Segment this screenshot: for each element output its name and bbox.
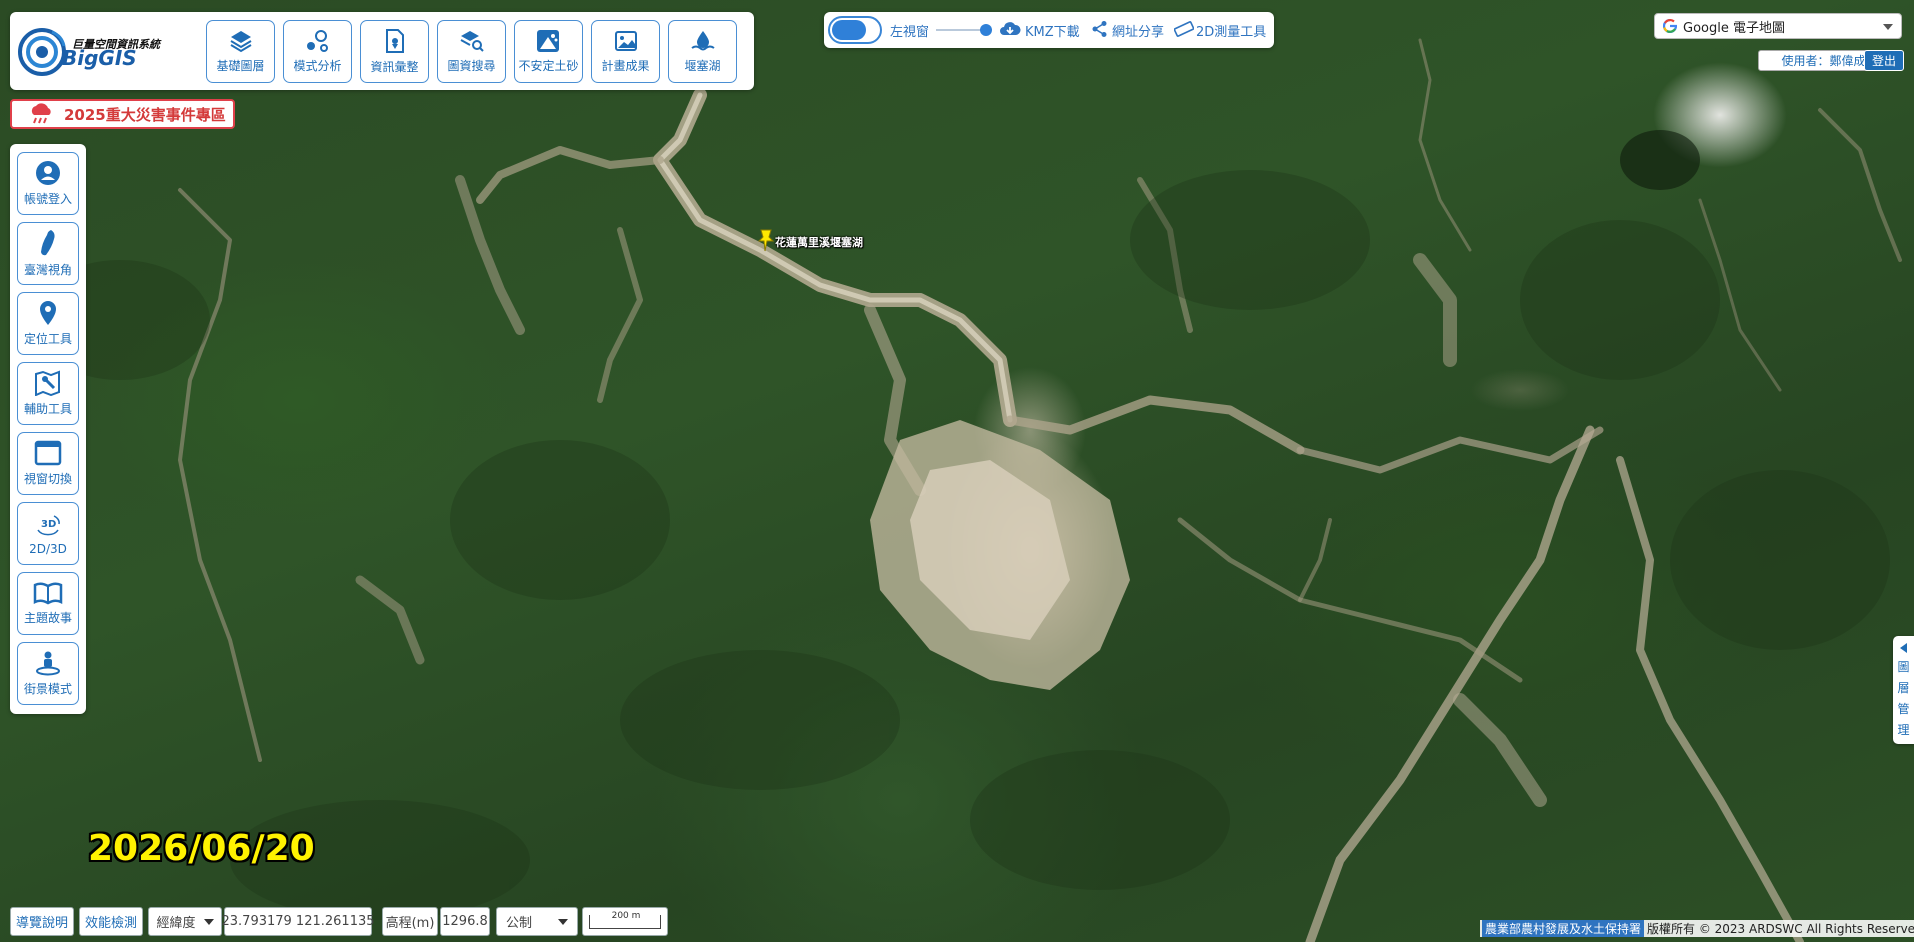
basemap-select[interactable]: Google 電子地圖: [1654, 13, 1902, 39]
copyright-text: 版權所有 © 2023 ARDSWC All Rights Reserved.: [1647, 922, 1914, 936]
biggis-logo[interactable]: 巨量空間資訊系統 BigGIS: [18, 18, 208, 82]
view-toolbar: 左視窗 KMZ下載 網址分享 2D測量工具: [824, 12, 1274, 48]
share-icon: [1092, 21, 1107, 37]
sidebar-item-label: 輔助工具: [23, 402, 72, 416]
layer-manager-char: 層: [1897, 681, 1910, 695]
left-sidebar: 帳號登入 臺灣視角 定位工具 輔助工具 視窗切換 3D 2D/3D 主題故事 街…: [10, 144, 86, 714]
opacity-slider-handle[interactable]: [980, 24, 992, 36]
layer-manager-char: 管: [1897, 702, 1910, 716]
agency-link[interactable]: 農業部農村發展及水土保持署: [1482, 920, 1645, 937]
copyright-credits: 農業部農村發展及水土保持署 版權所有 © 2023 ARDSWC All Rig…: [1480, 920, 1914, 937]
project-results-button[interactable]: 計畫成果: [591, 20, 660, 83]
chevron-down-icon: [1883, 24, 1893, 30]
chevron-down-icon: [558, 918, 568, 925]
coordinate-readout: 23.793179 121.261135: [222, 907, 375, 936]
imagery-date: 2026/06/20: [88, 828, 315, 869]
sidebar-item-taiwan-view[interactable]: 臺灣視角: [17, 222, 79, 285]
arrow-left-icon: [1900, 643, 1907, 653]
sidebar-item-label: 臺灣視角: [23, 263, 72, 277]
basic-layers-button[interactable]: 基礎圖層: [206, 20, 275, 83]
street-view-icon: [36, 651, 60, 676]
rain-cloud-icon: [31, 103, 51, 124]
map-search-button[interactable]: 圖資搜尋: [437, 20, 506, 83]
measure-tool-label: 2D測量工具: [1196, 25, 1267, 40]
sidebar-item-label: 主題故事: [23, 611, 72, 625]
sidebar-item-label: 視窗切換: [23, 472, 72, 486]
landslide-icon: [536, 30, 559, 52]
unstable-sediment-button[interactable]: 不安定土砂: [514, 20, 583, 83]
satellite-map[interactable]: 花蓮萬里溪堰塞湖 2026/06/20: [0, 0, 1914, 942]
coordinate-mode-value: 經緯度: [156, 916, 196, 931]
map-search-label: 圖資搜尋: [447, 59, 496, 73]
document-location-icon: [385, 29, 404, 53]
pushpin-icon[interactable]: [757, 228, 777, 256]
left-window-toggle[interactable]: [828, 16, 882, 44]
terrain-features: [30, 38, 1902, 942]
layer-manager-tab[interactable]: 圖 層 管 理: [1893, 636, 1914, 744]
marker-label[interactable]: 花蓮萬里溪堰塞湖: [775, 234, 863, 250]
window-icon: [34, 440, 62, 466]
url-share-label: 網址分享: [1112, 25, 1165, 40]
unstable-sediment-label: 不安定土砂: [518, 59, 579, 73]
sidebar-item-aux-tools[interactable]: 輔助工具: [17, 362, 79, 425]
model-analysis-label: 模式分析: [293, 59, 342, 73]
sidebar-item-label: 2D/3D: [29, 541, 67, 556]
basemap-selected: Google 電子地圖: [1683, 20, 1785, 36]
sidebar-item-window-switch[interactable]: 視窗切換: [17, 432, 79, 495]
location-pin-icon: [40, 301, 56, 325]
model-analysis-button[interactable]: 模式分析: [283, 20, 352, 83]
user-icon: [36, 161, 60, 185]
layers-icon: [229, 31, 252, 53]
sidebar-item-label: 定位工具: [23, 332, 72, 346]
taiwan-icon: [41, 230, 55, 256]
image-icon: [614, 31, 637, 51]
disaster-event-banner[interactable]: 2025重大災害事件專區: [10, 99, 235, 129]
scale-bar: 200 m: [582, 907, 668, 936]
unit-value: 公制: [505, 916, 532, 931]
left-window-label: 左視窗: [890, 25, 930, 40]
performance-test-button[interactable]: 效能檢測: [79, 907, 143, 936]
toggle-fill: [832, 20, 866, 40]
elevation-label: 高程(m): [382, 907, 438, 936]
info-summary-label: 資訊彙整: [370, 60, 419, 74]
toolbar-buttons: 基礎圖層 模式分析 資訊彙整 圖資搜尋 不安定土砂 計畫成果 堰塞湖: [206, 20, 737, 83]
cloud-download-icon: [1000, 22, 1021, 35]
barrier-lake-label: 堰塞湖: [684, 59, 721, 73]
guide-button[interactable]: 導覽說明: [10, 907, 74, 936]
sidebar-item-locate-tool[interactable]: 定位工具: [17, 292, 79, 355]
sidebar-item-login[interactable]: 帳號登入: [17, 152, 79, 215]
ruler-icon: [1174, 21, 1194, 37]
chevron-down-icon: [203, 918, 214, 925]
barrier-lake-button[interactable]: 堰塞湖: [668, 20, 737, 83]
logout-button[interactable]: 登出: [1864, 50, 1904, 71]
main-toolbar: 巨量空間資訊系統 BigGIS 基礎圖層 模式分析 資訊彙整 圖資搜尋 不安定土…: [10, 12, 754, 90]
info-summary-button[interactable]: 資訊彙整: [360, 20, 429, 83]
basic-layers-label: 基礎圖層: [216, 59, 265, 73]
sidebar-item-street-view[interactable]: 街景模式: [17, 642, 79, 705]
kmz-download-label: KMZ下載: [1025, 25, 1080, 40]
svg-text:3D: 3D: [41, 519, 56, 530]
logo-name: BigGIS: [62, 46, 137, 70]
coordinate-mode-select[interactable]: 經緯度: [148, 907, 222, 936]
disaster-event-label: 2025重大災害事件專區: [64, 105, 226, 124]
sidebar-item-theme-story[interactable]: 主題故事: [17, 572, 79, 635]
project-results-label: 計畫成果: [601, 59, 650, 73]
rotate-3d-icon: 3D: [37, 514, 60, 535]
sidebar-item-label: 帳號登入: [23, 192, 72, 206]
opacity-slider-track[interactable]: [936, 29, 986, 31]
sidebar-item-2d-3d[interactable]: 3D 2D/3D: [17, 502, 79, 565]
map-tools-icon: [35, 370, 60, 396]
analysis-icon: [306, 30, 328, 52]
unit-select[interactable]: 公制: [496, 907, 578, 936]
layer-search-icon: [460, 31, 484, 52]
scale-bar-label: 200 m: [611, 911, 641, 921]
elevation-value: 1296.8: [440, 907, 490, 936]
book-icon: [33, 582, 63, 605]
layer-manager-char: 理: [1897, 723, 1910, 737]
water-drop-icon: [690, 31, 715, 51]
layer-manager-char: 圖: [1897, 660, 1910, 674]
sidebar-item-label: 街景模式: [23, 682, 72, 696]
google-g-icon: [1663, 19, 1677, 33]
